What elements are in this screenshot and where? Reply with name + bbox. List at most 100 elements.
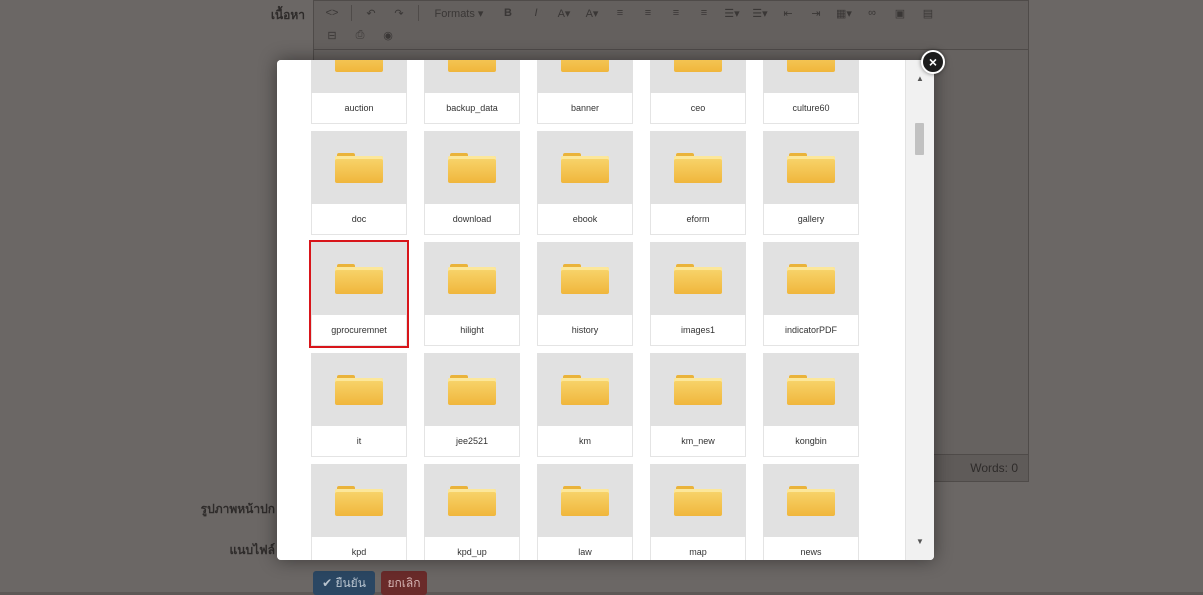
- folder-tile-it[interactable]: it: [311, 353, 407, 457]
- folder-icon: [448, 263, 496, 294]
- source-code-icon[interactable]: <>: [320, 4, 344, 22]
- confirm-button[interactable]: ✔ ยืนยัน: [313, 571, 375, 595]
- folder-tile-news[interactable]: news: [763, 464, 859, 560]
- folder-name: auction: [311, 93, 407, 124]
- redo-icon[interactable]: ↷: [387, 4, 411, 22]
- folder-tile-doc[interactable]: doc: [311, 131, 407, 235]
- folder-thumbnail: [650, 60, 746, 93]
- folder-tile-auction[interactable]: auction: [311, 60, 407, 124]
- folder-thumbnail: [424, 242, 520, 315]
- folder-tile-kpd[interactable]: kpd: [311, 464, 407, 560]
- folder-tile-jee2521[interactable]: jee2521: [424, 353, 520, 457]
- folder-tile-law[interactable]: law: [537, 464, 633, 560]
- folder-icon: [448, 60, 496, 72]
- folder-tile-hilight[interactable]: hilight: [424, 242, 520, 346]
- align-right-icon[interactable]: ≡: [664, 4, 688, 22]
- folder-icon: [787, 152, 835, 183]
- folder-name: eform: [650, 204, 746, 235]
- folder-icon: [561, 263, 609, 294]
- folder-icon: [674, 152, 722, 183]
- content-label: เนื้อหา: [270, 8, 305, 22]
- folder-tile-gallery[interactable]: gallery: [763, 131, 859, 235]
- folder-tile-km[interactable]: km: [537, 353, 633, 457]
- folder-thumbnail: [537, 464, 633, 537]
- folder-tile-kongbin[interactable]: kongbin: [763, 353, 859, 457]
- folder-thumbnail: [537, 131, 633, 204]
- folder-thumbnail: [763, 353, 859, 426]
- cancel-button[interactable]: ยกเลิก: [381, 571, 427, 595]
- formats-dropdown[interactable]: Formats ▾: [426, 4, 492, 22]
- folder-tile-culture60[interactable]: culture60: [763, 60, 859, 124]
- close-icon: ×: [928, 54, 938, 70]
- folder-tile-download[interactable]: download: [424, 131, 520, 235]
- folder-name: kongbin: [763, 426, 859, 457]
- folder-tile-km_new[interactable]: km_new: [650, 353, 746, 457]
- folder-tile-history[interactable]: history: [537, 242, 633, 346]
- folder-name: images1: [650, 315, 746, 346]
- bullet-list-icon[interactable]: ☰▾: [720, 4, 744, 22]
- folder-name: doc: [311, 204, 407, 235]
- editor-toolbar: <> ↶ ↷ Formats ▾ B I A▾ A▾ ≡ ≡ ≡ ≡ ☰▾ ☰▾…: [313, 0, 1029, 50]
- table-icon[interactable]: ▦▾: [832, 4, 856, 22]
- undo-icon[interactable]: ↶: [359, 4, 383, 22]
- media-icon[interactable]: ▤: [916, 4, 940, 22]
- background-color-icon[interactable]: A▾: [580, 4, 604, 22]
- numbered-list-icon[interactable]: ☰▾: [748, 4, 772, 22]
- bold-button[interactable]: B: [496, 4, 520, 22]
- folder-thumbnail: [424, 353, 520, 426]
- folder-icon: [674, 60, 722, 72]
- scroll-up-arrow-icon[interactable]: ▲: [914, 72, 926, 84]
- indent-icon[interactable]: ⇥: [804, 4, 828, 22]
- folder-tile-kpd_up[interactable]: kpd_up: [424, 464, 520, 560]
- folder-name: map: [650, 537, 746, 560]
- italic-button[interactable]: I: [524, 4, 548, 22]
- image-icon[interactable]: ▣: [888, 4, 912, 22]
- align-left-icon[interactable]: ≡: [608, 4, 632, 22]
- folder-name: law: [537, 537, 633, 560]
- folder-tile-ceo[interactable]: ceo: [650, 60, 746, 124]
- horizontal-rule-icon[interactable]: ⊟: [320, 26, 344, 44]
- word-count: Words: 0: [970, 461, 1018, 475]
- folder-thumbnail: [311, 353, 407, 426]
- folder-name: gallery: [763, 204, 859, 235]
- align-center-icon[interactable]: ≡: [636, 4, 660, 22]
- folder-icon: [335, 485, 383, 516]
- scrollbar-thumb[interactable]: [915, 123, 924, 155]
- folder-tile-ebook[interactable]: ebook: [537, 131, 633, 235]
- folder-tile-gprocuremnet[interactable]: gprocuremnet: [309, 240, 409, 348]
- folder-thumbnail: [424, 464, 520, 537]
- folder-name: indicatorPDF: [763, 315, 859, 346]
- folder-icon: [335, 60, 383, 72]
- toolbar-row-1: <> ↶ ↷ Formats ▾ B I A▾ A▾ ≡ ≡ ≡ ≡ ☰▾ ☰▾…: [320, 3, 940, 23]
- folder-thumbnail: [763, 242, 859, 315]
- folder-thumbnail: [537, 242, 633, 315]
- outdent-icon[interactable]: ⇤: [776, 4, 800, 22]
- folder-icon: [787, 60, 835, 72]
- folder-tile-images1[interactable]: images1: [650, 242, 746, 346]
- folder-name: culture60: [763, 93, 859, 124]
- folder-name: it: [311, 426, 407, 457]
- text-color-icon[interactable]: A▾: [552, 4, 576, 22]
- folder-tile-backup_data[interactable]: backup_data: [424, 60, 520, 124]
- folder-tile-eform[interactable]: eform: [650, 131, 746, 235]
- folder-thumbnail: [311, 242, 407, 315]
- folder-icon: [448, 152, 496, 183]
- file-browser-modal: auction backup_data banner ceo culture60 doc d…: [277, 60, 934, 560]
- folder-tile-banner[interactable]: banner: [537, 60, 633, 124]
- folder-name: banner: [537, 93, 633, 124]
- folder-thumbnail: [537, 60, 633, 93]
- toolbar-separator: [351, 5, 352, 21]
- align-justify-icon[interactable]: ≡: [692, 4, 716, 22]
- folder-tile-map[interactable]: map: [650, 464, 746, 560]
- folder-thumbnail: [763, 464, 859, 537]
- preview-icon[interactable]: ◉: [376, 26, 400, 44]
- folder-thumbnail: [311, 60, 407, 93]
- print-icon[interactable]: ⎙: [348, 26, 372, 44]
- folder-thumbnail: [763, 60, 859, 93]
- close-modal-button[interactable]: ×: [921, 50, 945, 74]
- scroll-down-arrow-icon[interactable]: ▼: [914, 535, 926, 547]
- link-icon[interactable]: ∞: [860, 4, 884, 22]
- vertical-scrollbar[interactable]: ▲ ▼: [905, 60, 934, 560]
- folder-tile-indicatorPDF[interactable]: indicatorPDF: [763, 242, 859, 346]
- folder-name: backup_data: [424, 93, 520, 124]
